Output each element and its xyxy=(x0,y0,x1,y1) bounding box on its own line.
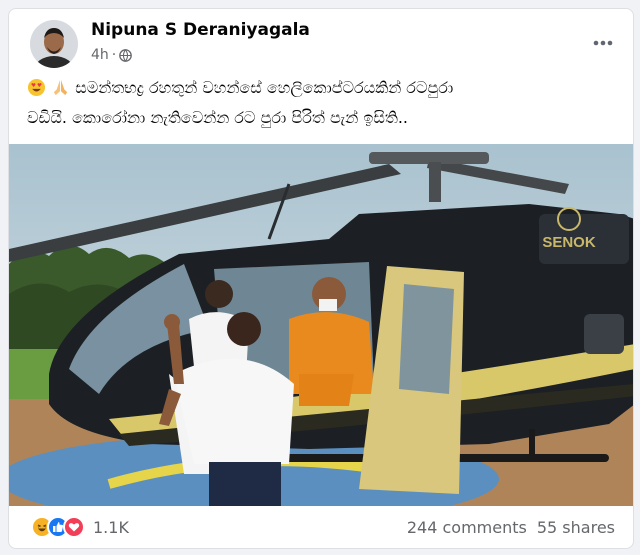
heart-eyes-emoji xyxy=(27,78,46,105)
post-header: Nipuna S Deraniyagala 4h · xyxy=(9,9,633,71)
avatar[interactable] xyxy=(30,20,78,68)
helicopter-brand-text: SENOK xyxy=(542,234,596,251)
meta-separator: · xyxy=(111,47,117,63)
more-options-icon[interactable] xyxy=(585,25,621,61)
post-meta: 4h · xyxy=(91,47,133,63)
post-text: සමන්තභද්‍ර රහතුන් වහන්සේ හෙලිකොප්ටරයකින්… xyxy=(27,75,627,131)
comments-count[interactable]: 244 comments xyxy=(407,518,527,537)
globe-icon[interactable] xyxy=(119,48,133,62)
engagement-stats: 244 comments 55 shares xyxy=(407,518,615,537)
post-body-line-2: වඩියි. කොරෝනා නැතිවෙන්න රට පුරා පිරිත් ප… xyxy=(27,108,409,127)
post-text-line-1: සමන්තභද්‍ර රහතුන් වහන්සේ හෙලිකොප්ටරයකින්… xyxy=(27,75,627,105)
reaction-count[interactable]: 1.1K xyxy=(93,518,129,537)
reaction-summary[interactable]: 1.1K xyxy=(31,516,129,538)
post-photo[interactable]: SENOK xyxy=(9,144,633,506)
post-footer: 1.1K 244 comments 55 shares xyxy=(9,506,633,548)
post-body-line-1: සමන්තභද්‍ර රහතුන් වහන්සේ හෙලිකොප්ටරයකින්… xyxy=(75,78,454,97)
author-name[interactable]: Nipuna S Deraniyagala xyxy=(91,20,310,40)
shares-count[interactable]: 55 shares xyxy=(537,518,615,537)
love-reaction-icon xyxy=(63,516,85,538)
folded-hands-emoji xyxy=(51,78,70,105)
post-card: Nipuna S Deraniyagala 4h · xyxy=(8,8,634,549)
post-time[interactable]: 4h xyxy=(91,47,109,63)
